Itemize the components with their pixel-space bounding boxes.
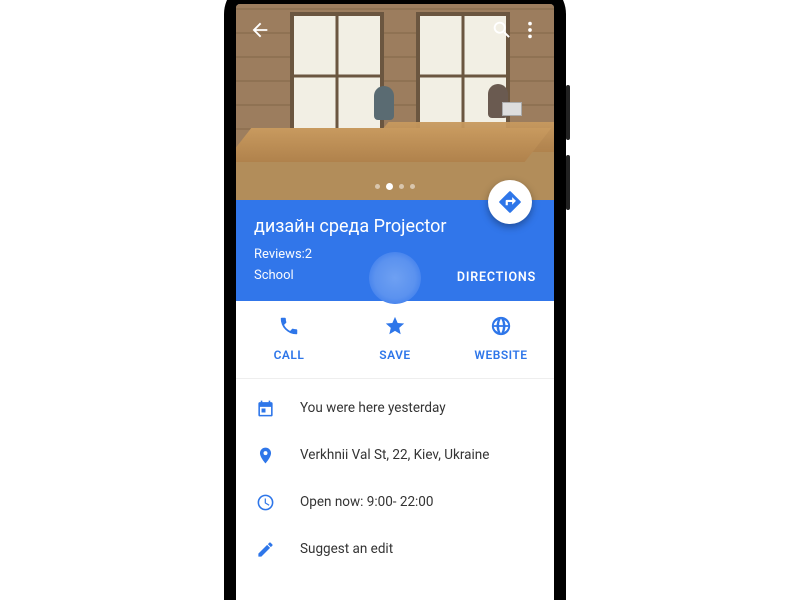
pin-icon bbox=[254, 446, 276, 465]
hero-photo[interactable] bbox=[236, 4, 554, 200]
suggest-edit-text: Suggest an edit bbox=[300, 541, 393, 557]
hours-row[interactable]: Open now: 9:00- 22:00 bbox=[236, 479, 554, 526]
hours-text: Open now: 9:00- 22:00 bbox=[300, 494, 433, 510]
photo-table bbox=[236, 128, 551, 162]
clock-icon bbox=[254, 493, 276, 512]
carousel-dot bbox=[375, 184, 380, 189]
carousel-indicator bbox=[375, 184, 415, 190]
search-icon[interactable] bbox=[488, 16, 516, 44]
carousel-dot bbox=[399, 184, 404, 189]
globe-icon bbox=[490, 315, 512, 340]
top-app-bar bbox=[236, 12, 554, 48]
directions-fab[interactable] bbox=[488, 180, 532, 224]
directions-button[interactable]: DIRECTIONS bbox=[457, 270, 536, 285]
category-label: School bbox=[254, 266, 312, 287]
visited-row[interactable]: You were here yesterday bbox=[236, 385, 554, 432]
save-button[interactable]: SAVE bbox=[342, 315, 448, 362]
suggest-edit-row[interactable]: Suggest an edit bbox=[236, 526, 554, 573]
call-label: CALL bbox=[274, 348, 305, 362]
touch-ripple bbox=[369, 252, 421, 304]
back-icon[interactable] bbox=[246, 16, 274, 44]
photo-person bbox=[374, 86, 394, 120]
visited-text: You were here yesterday bbox=[300, 400, 446, 416]
carousel-dot-active bbox=[386, 183, 393, 190]
website-button[interactable]: WEBSITE bbox=[448, 315, 554, 362]
volume-up-button bbox=[566, 85, 570, 140]
address-row[interactable]: Verkhnii Val St, 22, Kiev, Ukraine bbox=[236, 432, 554, 479]
address-text: Verkhnii Val St, 22, Kiev, Ukraine bbox=[300, 447, 489, 463]
carousel-dot bbox=[410, 184, 415, 189]
website-label: WEBSITE bbox=[474, 348, 527, 362]
phone-frame: дизайн среда Projector Reviews:2 School … bbox=[224, 0, 566, 600]
volume-down-button bbox=[566, 155, 570, 210]
photo-laptop bbox=[502, 102, 522, 116]
screen: дизайн среда Projector Reviews:2 School … bbox=[236, 4, 554, 600]
phone-icon bbox=[278, 315, 300, 340]
save-label: SAVE bbox=[379, 348, 410, 362]
call-button[interactable]: CALL bbox=[236, 315, 342, 362]
calendar-icon bbox=[254, 399, 276, 418]
action-bar: CALL SAVE WEBSITE bbox=[236, 301, 554, 379]
details-list: You were here yesterday Verkhnii Val St,… bbox=[236, 379, 554, 579]
reviews-label[interactable]: Reviews:2 bbox=[254, 245, 312, 266]
pencil-icon bbox=[254, 540, 276, 559]
more-icon[interactable] bbox=[516, 16, 544, 44]
star-icon bbox=[384, 315, 406, 340]
place-title: дизайн среда Projector bbox=[254, 216, 536, 237]
